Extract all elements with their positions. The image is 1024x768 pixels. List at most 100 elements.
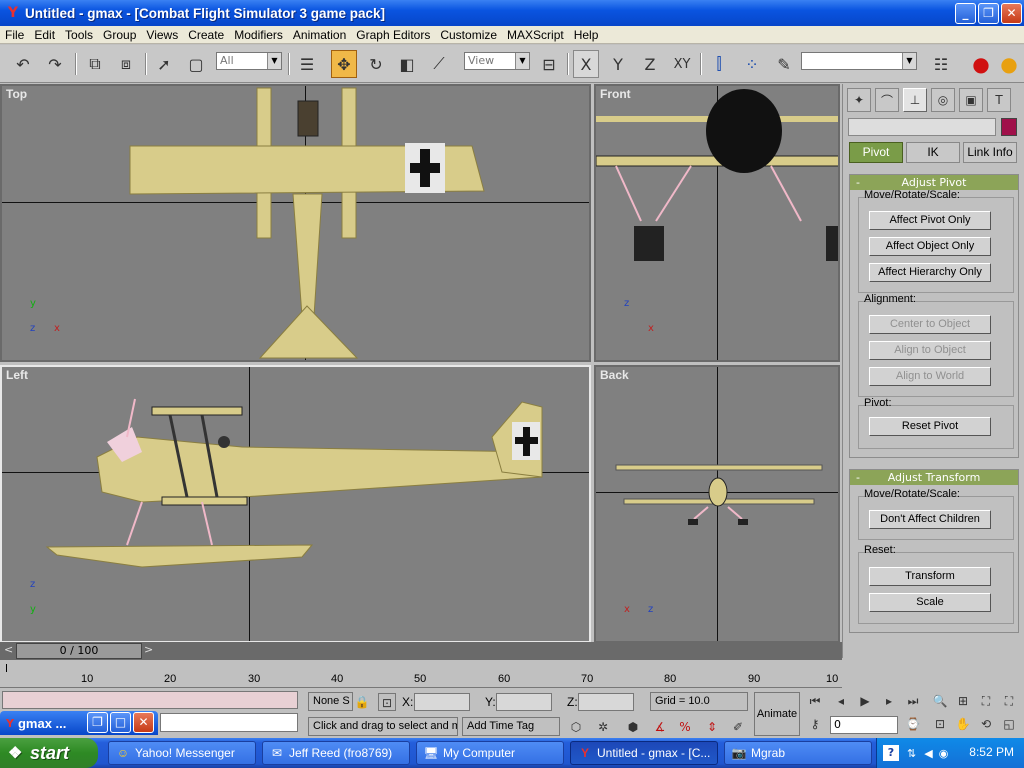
menu-edit[interactable]: Edit [29, 28, 60, 42]
menu-group[interactable]: Group [98, 28, 141, 42]
modify-tab-icon[interactable]: ⌒ [875, 88, 899, 112]
absolute-mode-icon[interactable]: ⊡ [378, 693, 396, 711]
restore-button[interactable]: ❐ [978, 3, 999, 24]
menu-customize[interactable]: Customize [435, 28, 502, 42]
menu-tools[interactable]: Tools [60, 28, 98, 42]
track-bar[interactable]: 10 20 30 40 50 60 70 80 90 10 [0, 660, 842, 688]
adjust-pivot-header[interactable]: - Adjust Pivot [850, 175, 1018, 190]
restrict-xy-icon[interactable]: XY [669, 50, 695, 78]
selection-filter-dropdown[interactable]: All ▼ [216, 52, 282, 70]
z-coordinate-field[interactable] [578, 693, 634, 711]
reference-coordinate-dropdown[interactable]: View ▼ [464, 52, 530, 70]
slider-right-arrow-icon[interactable]: > [144, 643, 153, 656]
adjust-transform-header[interactable]: - Adjust Transform [850, 470, 1018, 485]
close-button[interactable]: ✕ [1001, 3, 1022, 24]
align-to-object-button[interactable]: Align to Object [869, 341, 991, 360]
render-scene-icon[interactable]: ● [968, 50, 994, 78]
align-to-world-button[interactable]: Align to World [869, 367, 991, 386]
select-and-rotate-icon[interactable]: ↻ [363, 50, 389, 78]
viewport-left[interactable]: Left z y [0, 365, 591, 643]
dont-affect-children-button[interactable]: Don't Affect Children [869, 510, 991, 529]
align-icon[interactable]: ✎ [771, 50, 797, 78]
slider-left-arrow-icon[interactable]: < [4, 643, 13, 656]
tab-ik[interactable]: IK [906, 142, 960, 163]
viewport-front[interactable]: Front z x [594, 84, 840, 362]
tab-pivot[interactable]: Pivot [849, 142, 903, 163]
gmax-app-icon[interactable]: Y [4, 4, 22, 22]
center-to-object-button[interactable]: Center to Object [869, 315, 991, 334]
array-icon[interactable]: ⁘ [739, 50, 765, 78]
taskbar-item-gmax[interactable]: Y Untitled - gmax - [C... [570, 741, 718, 765]
affect-pivot-only-button[interactable]: Affect Pivot Only [869, 211, 991, 230]
zoom-all-icon[interactable]: ⊞ [954, 692, 972, 710]
zoom-extents-icon[interactable]: ⛶ [977, 692, 995, 710]
tab-link-info[interactable]: Link Info [963, 142, 1017, 163]
unlink-selection-icon[interactable]: ⧈ [113, 50, 139, 78]
goto-start-icon[interactable]: ⏮ [806, 692, 824, 710]
vertex-snap-icon[interactable]: ⬡ [567, 718, 585, 736]
minimized-gmax-window[interactable]: Y gmax ... ❐ □ ✕ [0, 711, 158, 735]
select-manipulate-icon[interactable]: ⟋ [426, 50, 452, 78]
motion-tab-icon[interactable]: ◎ [931, 88, 955, 112]
menu-help[interactable]: Help [569, 28, 604, 42]
menu-create[interactable]: Create [183, 28, 229, 42]
menu-file[interactable]: File [0, 28, 29, 42]
menu-animation[interactable]: Animation [288, 28, 351, 42]
spinner-snap-icon[interactable]: ⇕ [703, 718, 721, 736]
pan-icon[interactable]: ✋ [954, 715, 972, 733]
region-zoom-icon[interactable]: ⊡ [931, 715, 949, 733]
pivot-center-icon[interactable]: ⊟ [536, 50, 562, 78]
next-frame-icon[interactable]: ▸ [880, 692, 898, 710]
quick-render-icon[interactable]: ● [996, 50, 1022, 78]
time-slider[interactable]: < 0 / 100 > [0, 642, 842, 660]
snap-toggle-icon[interactable]: ⬢ [624, 718, 642, 736]
maxscript-input[interactable] [160, 713, 298, 732]
lock-selection-icon[interactable]: 🔒 [353, 693, 371, 711]
snap-settings-icon[interactable]: ✲ [594, 718, 612, 736]
redo-icon[interactable]: ↷ [42, 50, 68, 78]
start-button[interactable]: ❖ start [0, 738, 98, 768]
messenger-tray-icon[interactable]: ◉ [939, 747, 949, 760]
angle-snap-icon[interactable]: ∡ [651, 718, 669, 736]
restrict-z-icon[interactable]: Z [637, 50, 663, 78]
title-bar[interactable]: Y Untitled - gmax - [Combat Flight Simul… [0, 0, 1024, 26]
transform-reset-button[interactable]: Transform [869, 567, 991, 586]
restrict-y-icon[interactable]: Y [605, 50, 631, 78]
menu-modifiers[interactable]: Modifiers [229, 28, 288, 42]
undo-icon[interactable]: ↶ [10, 50, 36, 78]
viewport-back[interactable]: Back x z [594, 365, 840, 643]
time-configuration-icon[interactable]: ⌚ [904, 715, 922, 733]
affect-object-only-button[interactable]: Affect Object Only [869, 237, 991, 256]
create-tab-icon[interactable]: ✦ [847, 88, 871, 112]
minimize-button[interactable]: _ [955, 3, 976, 24]
animate-button[interactable]: Animate [754, 692, 800, 736]
taskbar-item-yahoo-messenger[interactable]: ☺ Yahoo! Messenger [108, 741, 256, 765]
object-name-field[interactable] [848, 118, 996, 136]
object-color-swatch[interactable] [1001, 118, 1017, 136]
zoom-extents-all-icon[interactable]: ⛶ [1000, 692, 1018, 710]
schematic-view-icon[interactable]: ☷ [928, 50, 954, 78]
mirror-icon[interactable]: ⫿ [706, 50, 732, 78]
help-icon[interactable]: ? [883, 745, 899, 761]
utilities-tab-icon[interactable]: T [987, 88, 1011, 112]
scale-reset-button[interactable]: Scale [869, 593, 991, 612]
taskbar-item-mgrab[interactable]: 📷 Mgrab [724, 741, 872, 765]
y-coordinate-field[interactable] [496, 693, 552, 711]
select-and-move-icon[interactable]: ✥ [331, 50, 357, 78]
select-and-link-icon[interactable]: ⧉ [82, 50, 108, 78]
named-selection-sets-dropdown[interactable]: ▼ [801, 52, 917, 70]
network-icon[interactable]: ⇅ [907, 747, 916, 760]
x-coordinate-field[interactable] [414, 693, 470, 711]
reset-pivot-button[interactable]: Reset Pivot [869, 417, 991, 436]
percent-snap-icon[interactable]: % [676, 718, 694, 736]
previous-frame-icon[interactable]: ◂ [832, 692, 850, 710]
taskbar-item-jeff-reed[interactable]: ✉ Jeff Reed (fro8769) [262, 741, 410, 765]
hierarchy-tab-icon[interactable]: ⊥ [903, 88, 927, 112]
key-mode-icon[interactable]: ⚷ [806, 715, 824, 733]
minimized-maximize-button[interactable]: □ [110, 712, 131, 733]
time-slider-thumb[interactable]: 0 / 100 [16, 643, 142, 659]
menu-views[interactable]: Views [141, 28, 183, 42]
taskbar-item-my-computer[interactable]: 🖥 My Computer [416, 741, 564, 765]
select-object-icon[interactable]: ➚ [151, 50, 177, 78]
goto-end-icon[interactable]: ⏭ [904, 692, 922, 710]
